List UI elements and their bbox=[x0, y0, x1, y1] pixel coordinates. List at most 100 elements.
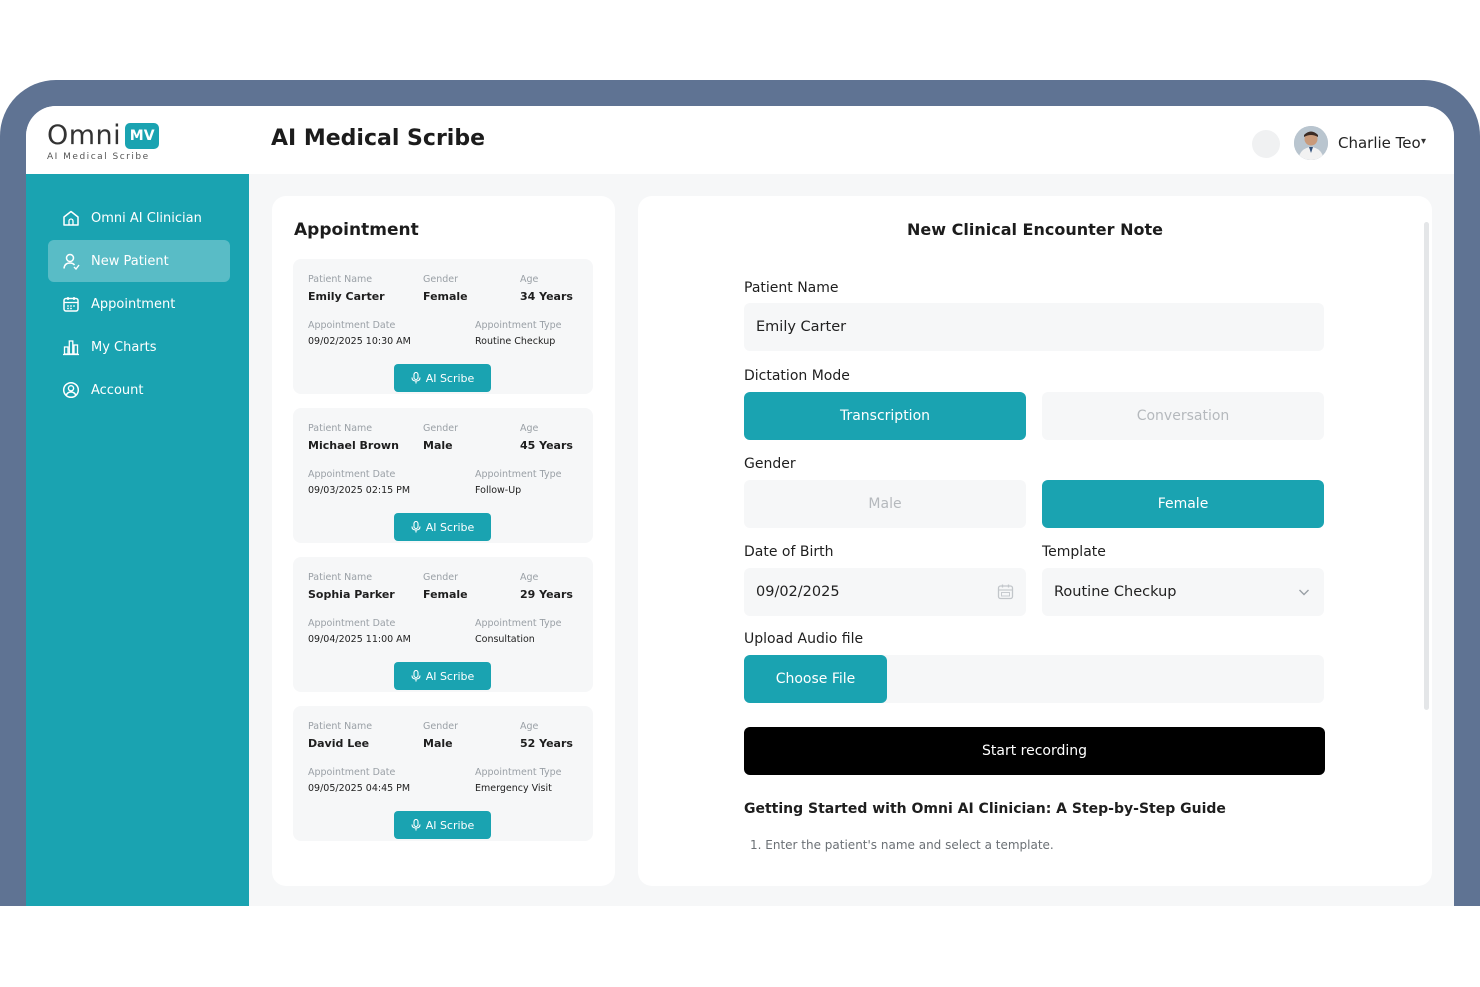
user-name[interactable]: Charlie Teo bbox=[1338, 134, 1421, 152]
dob-input[interactable]: 09/02/2025 bbox=[744, 568, 1026, 616]
ai-scribe-button[interactable]: AI Scribe bbox=[394, 811, 491, 839]
dictation-mode-label: Dictation Mode bbox=[744, 368, 850, 384]
choose-file-button[interactable]: Choose File bbox=[744, 655, 887, 703]
calendar-icon[interactable] bbox=[997, 583, 1014, 600]
appointment-type-label: Appointment Type bbox=[475, 320, 562, 331]
sidebar-item-label: Account bbox=[91, 382, 144, 398]
page-title: AI Medical Scribe bbox=[271, 126, 486, 151]
ai-scribe-label: AI Scribe bbox=[425, 818, 475, 832]
age-label: Age bbox=[520, 721, 539, 732]
patient-name-value: Sophia Parker bbox=[308, 588, 395, 601]
patient-name-value: Michael Brown bbox=[308, 439, 399, 452]
calendar-icon bbox=[62, 295, 80, 313]
gender-male-button[interactable]: Male bbox=[744, 480, 1026, 528]
appointment-date-value: 09/04/2025 11:00 AM bbox=[308, 634, 411, 645]
ai-scribe-label: AI Scribe bbox=[425, 520, 475, 534]
age-label: Age bbox=[520, 572, 539, 583]
sidebar-item-omni-ai-clinician[interactable]: Omni AI Clinician bbox=[48, 197, 230, 239]
appointment-card: Patient Name David Lee Gender Male Age 5… bbox=[293, 706, 593, 841]
dark-mode-toggle[interactable] bbox=[1252, 130, 1280, 158]
appointment-date-value: 09/05/2025 04:45 PM bbox=[308, 783, 411, 794]
guide-step: 1. Enter the patient's name and select a… bbox=[750, 838, 1054, 852]
logo-subtitle: AI Medical Scribe bbox=[47, 152, 150, 162]
top-bar: Omni MV AI Medical Scribe AI Medical Scr… bbox=[26, 106, 1454, 174]
logo-badge: MV bbox=[125, 122, 160, 149]
gender-label: Gender bbox=[423, 274, 459, 285]
sidebar-item-appointment[interactable]: Appointment bbox=[48, 283, 230, 325]
avatar[interactable] bbox=[1294, 126, 1328, 160]
patient-name-label: Patient Name bbox=[308, 721, 373, 732]
dictation-transcription-button[interactable]: Transcription bbox=[744, 392, 1026, 440]
scrollbar[interactable] bbox=[1424, 222, 1429, 710]
sidebar: Omni AI Clinician New Patient Appointmen… bbox=[26, 174, 249, 906]
appointment-date-label: Appointment Date bbox=[308, 320, 396, 331]
sidebar-item-label: New Patient bbox=[91, 253, 169, 269]
gender-female-button[interactable]: Female bbox=[1042, 480, 1324, 528]
patient-name-input[interactable]: Emily Carter bbox=[744, 303, 1324, 351]
appointment-card: Patient Name Sophia Parker Gender Female… bbox=[293, 557, 593, 692]
appointment-type-value: Routine Checkup bbox=[475, 336, 556, 347]
sidebar-item-my-charts[interactable]: My Charts bbox=[48, 326, 230, 368]
gender-label: Gender bbox=[423, 423, 459, 434]
guide-title: Getting Started with Omni AI Clinician: … bbox=[744, 801, 1226, 817]
appointment-card: Patient Name Michael Brown Gender Male A… bbox=[293, 408, 593, 543]
patient-name-value: Emily Carter bbox=[308, 290, 385, 303]
home-icon bbox=[62, 209, 80, 227]
start-recording-button[interactable]: Start recording bbox=[744, 727, 1325, 775]
upload-audio-label: Upload Audio file bbox=[744, 631, 864, 647]
appointment-card: Patient Name Emily Carter Gender Female … bbox=[293, 259, 593, 394]
patient-name-value: David Lee bbox=[308, 737, 370, 750]
clinical-note-panel: New Clinical Encounter Note Patient Name… bbox=[638, 196, 1432, 886]
template-select[interactable]: Routine Checkup bbox=[1042, 568, 1324, 616]
bar-chart-icon bbox=[62, 338, 80, 356]
microphone-icon bbox=[411, 521, 421, 533]
dictation-conversation-button[interactable]: Conversation bbox=[1042, 392, 1324, 440]
appointment-type-label: Appointment Type bbox=[475, 767, 562, 778]
microphone-icon bbox=[411, 819, 421, 831]
appointment-date-value: 09/02/2025 10:30 AM bbox=[308, 336, 411, 347]
age-label: Age bbox=[520, 274, 539, 285]
sidebar-item-new-patient[interactable]: New Patient bbox=[48, 240, 230, 282]
ai-scribe-label: AI Scribe bbox=[425, 371, 475, 385]
app-logo[interactable]: Omni MV AI Medical Scribe bbox=[47, 120, 160, 162]
appointment-date-value: 09/03/2025 02:15 PM bbox=[308, 485, 411, 496]
template-value: Routine Checkup bbox=[1054, 584, 1177, 600]
dob-field-label: Date of Birth bbox=[744, 544, 834, 560]
appointment-type-label: Appointment Type bbox=[475, 618, 562, 629]
chevron-down-icon bbox=[1299, 589, 1309, 596]
template-field-label: Template bbox=[1042, 544, 1106, 560]
age-value: 45 Years bbox=[520, 439, 573, 452]
ai-scribe-button[interactable]: AI Scribe bbox=[394, 364, 491, 392]
sidebar-item-label: My Charts bbox=[91, 339, 157, 355]
appointment-date-label: Appointment Date bbox=[308, 767, 396, 778]
moon-icon bbox=[1260, 138, 1269, 151]
gender-value: Male bbox=[423, 737, 453, 750]
appointment-type-value: Consultation bbox=[475, 634, 535, 645]
logo-text: Omni bbox=[47, 120, 122, 151]
chevron-down-icon[interactable]: ▾ bbox=[1421, 136, 1426, 147]
account-circle-icon bbox=[62, 381, 80, 399]
ai-scribe-button[interactable]: AI Scribe bbox=[394, 662, 491, 690]
age-value: 29 Years bbox=[520, 588, 573, 601]
ai-scribe-button[interactable]: AI Scribe bbox=[394, 513, 491, 541]
appointment-type-label: Appointment Type bbox=[475, 469, 562, 480]
microphone-icon bbox=[411, 372, 421, 384]
appointment-type-value: Emergency Visit bbox=[475, 783, 552, 794]
dob-value: 09/02/2025 bbox=[756, 584, 840, 600]
age-value: 52 Years bbox=[520, 737, 573, 750]
sidebar-item-account[interactable]: Account bbox=[48, 369, 230, 411]
age-label: Age bbox=[520, 423, 539, 434]
gender-field-label: Gender bbox=[744, 456, 796, 472]
gender-value: Female bbox=[423, 588, 468, 601]
clinical-note-title: New Clinical Encounter Note bbox=[907, 220, 1163, 239]
patient-name-label: Patient Name bbox=[308, 423, 373, 434]
user-icon bbox=[62, 252, 80, 270]
patient-name-label: Patient Name bbox=[308, 274, 373, 285]
appointment-panel: Appointment Patient Name Emily Carter Ge… bbox=[272, 196, 615, 886]
sidebar-item-label: Appointment bbox=[91, 296, 176, 312]
appointment-type-value: Follow-Up bbox=[475, 485, 522, 496]
app-screen: Omni MV AI Medical Scribe AI Medical Scr… bbox=[26, 106, 1454, 906]
microphone-icon bbox=[411, 670, 421, 682]
age-value: 34 Years bbox=[520, 290, 573, 303]
gender-value: Male bbox=[423, 439, 453, 452]
